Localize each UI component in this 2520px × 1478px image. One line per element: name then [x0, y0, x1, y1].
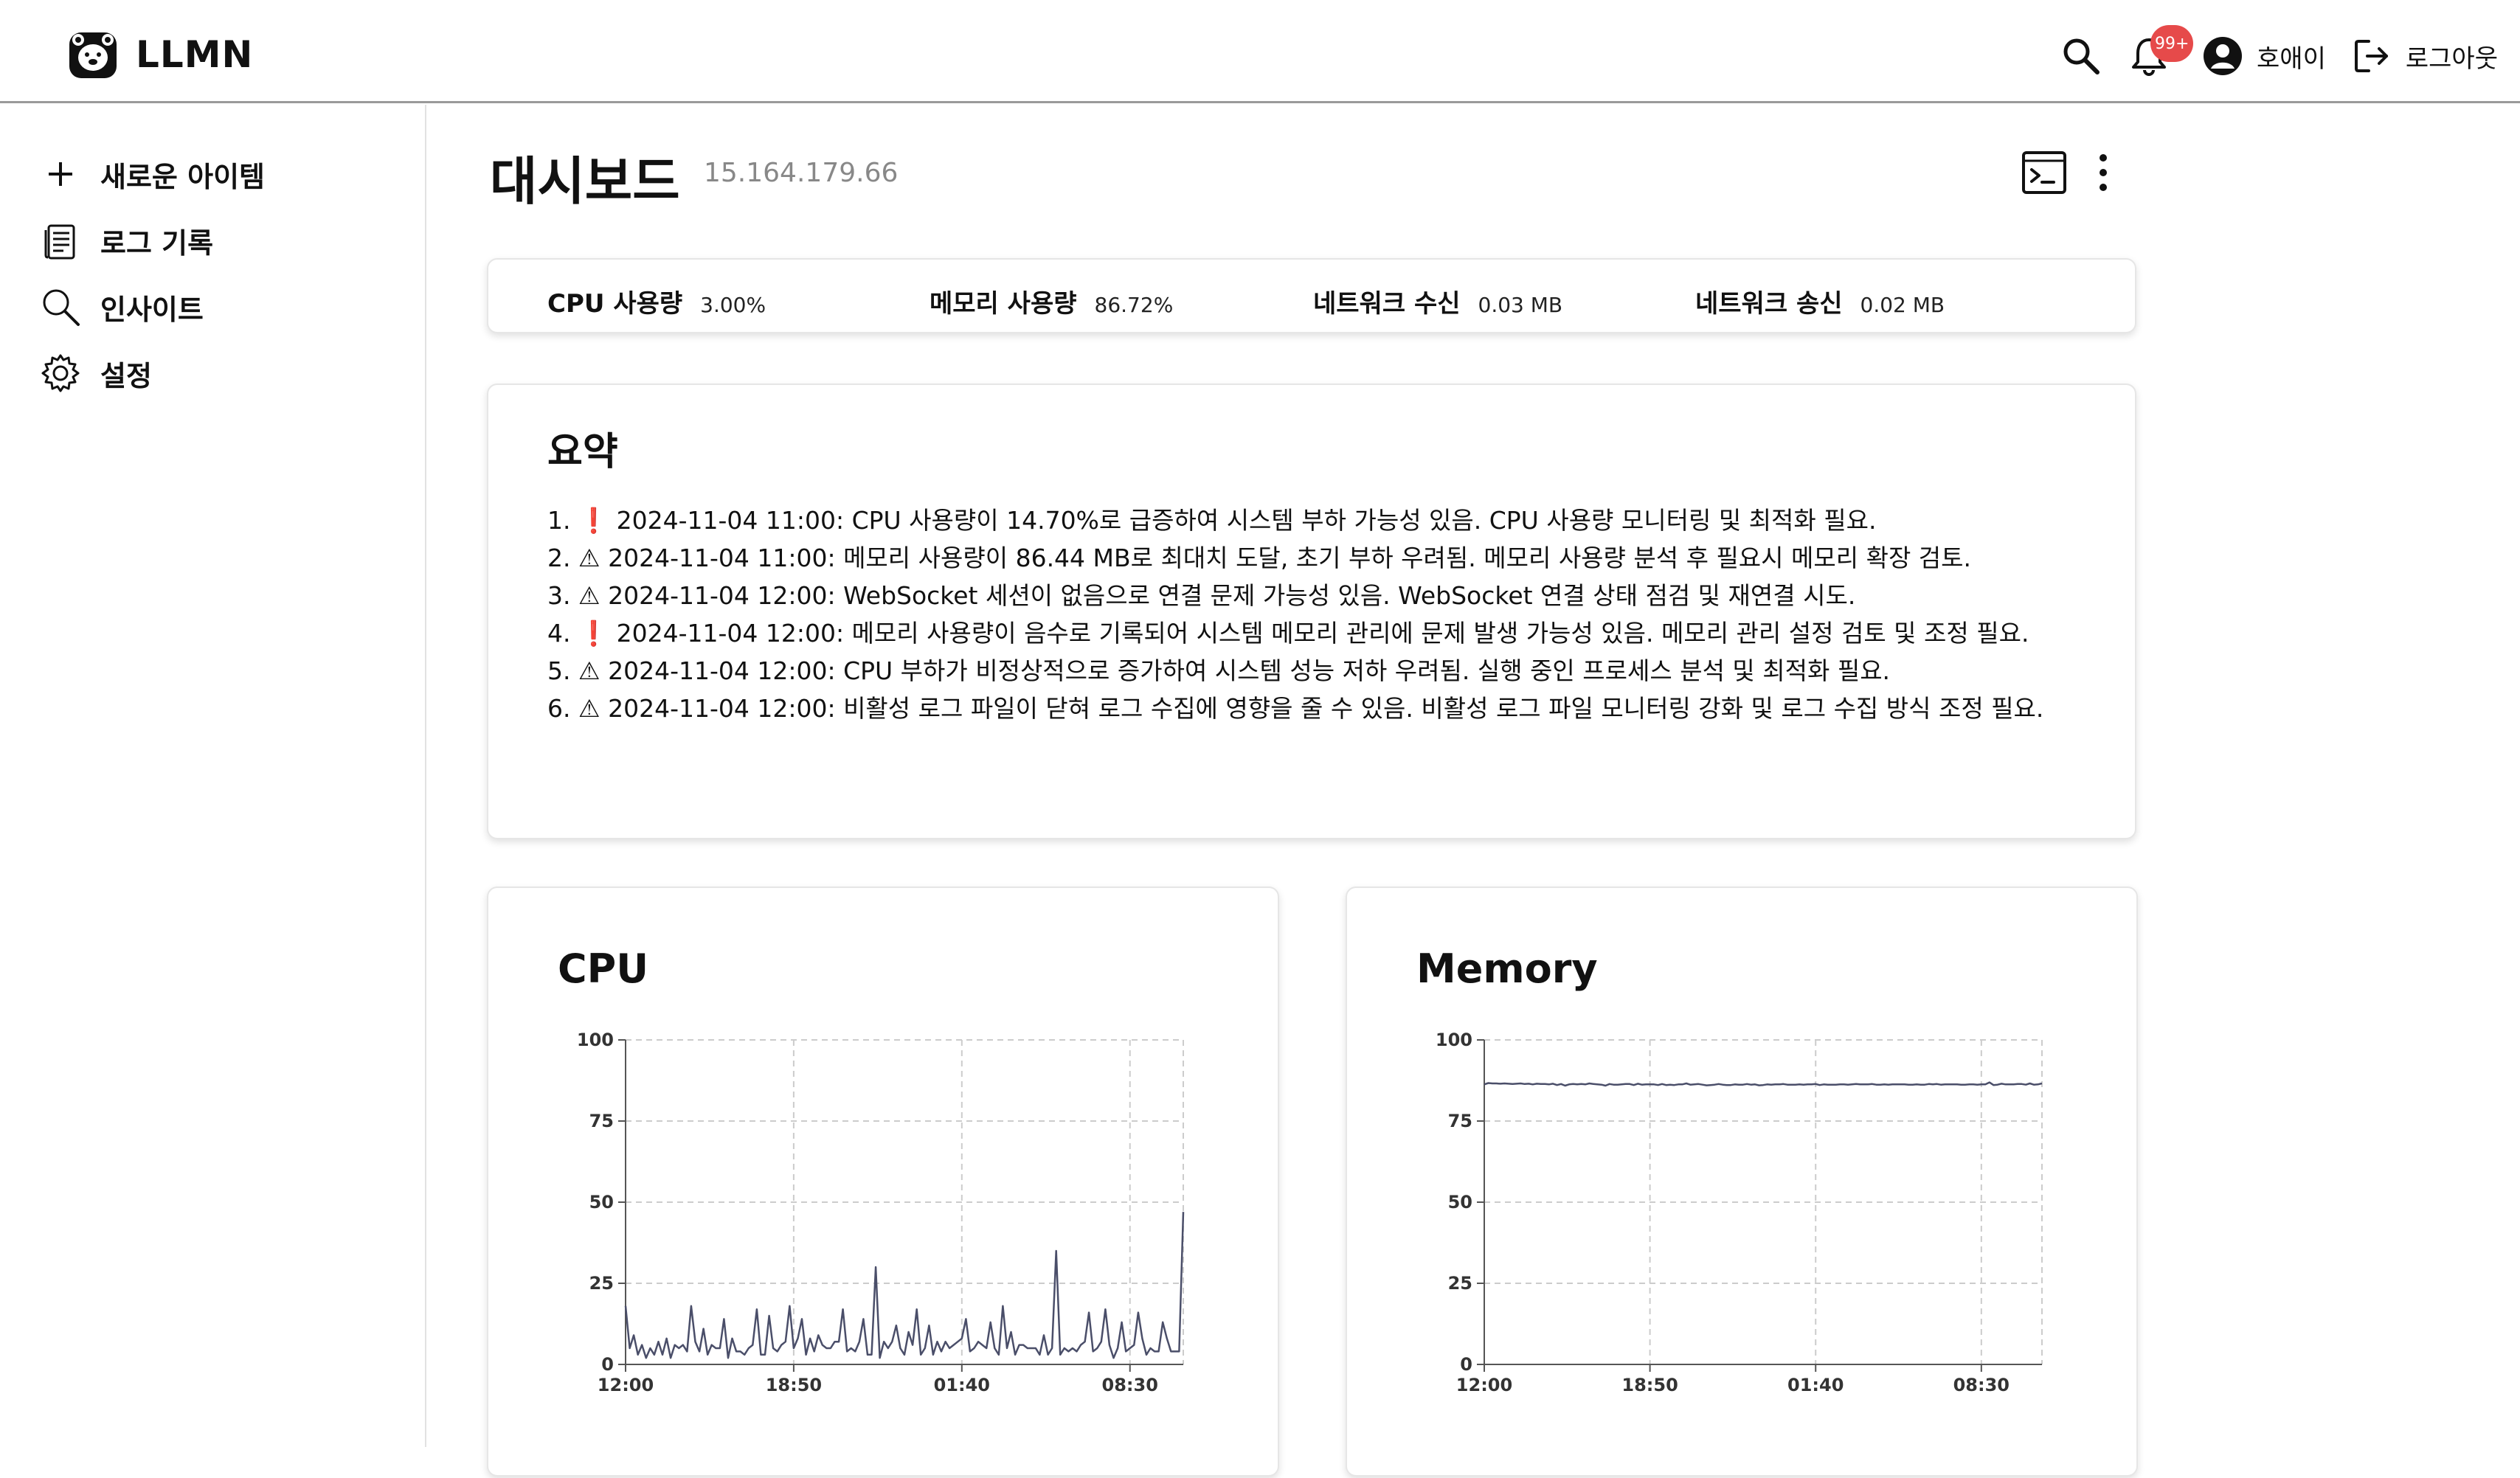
more-options-button[interactable] [2092, 150, 2114, 195]
warning-icon: ⚠ [578, 581, 600, 610]
summary-list: 1. ❗ 2024-11-04 11:00: CPU 사용량이 14.70%로 … [547, 502, 2043, 727]
memory-line-chart: 0 25 50 75 100 12:00 18:50 01:40 08:30 [1436, 1030, 2043, 1395]
notification-badge: 99+ [2150, 25, 2194, 62]
document-icon [44, 224, 75, 260]
magnifier-icon [43, 289, 80, 326]
more-vertical-icon [2100, 154, 2107, 191]
logout-icon [2354, 40, 2388, 72]
warning-icon: ⚠ [578, 694, 600, 723]
sidebar-item-logs[interactable]: 로그 기록 [38, 218, 213, 263]
server-ip: 15.164.179.66 [704, 158, 899, 188]
summary-item: 2. ⚠ 2024-11-04 11:00: 메모리 사용량이 86.44 MB… [547, 539, 2043, 577]
y-tick-label: 50 [589, 1192, 614, 1212]
logout-label: 로그아웃 [2405, 44, 2498, 74]
y-tick-label: 50 [1448, 1192, 1472, 1212]
notifications-button[interactable]: 99+ [2128, 25, 2194, 77]
warning-icon: ⚠ [578, 656, 600, 685]
x-tick-label: 08:30 [1102, 1375, 1158, 1395]
stat-value: 86.72% [1094, 293, 1174, 317]
user-avatar-icon [2204, 37, 2243, 75]
x-tick-label: 18:50 [766, 1375, 822, 1395]
series-line [624, 1212, 1185, 1359]
top-actions: 99+ 호애이 로그아웃 [2060, 25, 2498, 86]
summary-item-number: 5. [547, 656, 571, 685]
y-tick-label: 25 [589, 1273, 614, 1294]
stat-memory: 메모리 사용량 86.72% [930, 283, 1173, 319]
sidebar-item-label: 설정 [100, 359, 152, 392]
stat-value: 3.00% [700, 293, 766, 317]
summary-item: 6. ⚠ 2024-11-04 12:00: 비활성 로그 파일이 닫혀 로그 … [547, 690, 2043, 727]
brand[interactable]: LLMN [68, 30, 253, 80]
x-tick-label: 18:50 [1621, 1375, 1678, 1395]
summary-item-number: 3. [547, 581, 571, 610]
cpu-line-chart: 0 25 50 75 100 12:00 18:50 01:40 08:30 [577, 1030, 1185, 1395]
y-tick-label: 100 [577, 1030, 614, 1050]
terminal-button[interactable] [2021, 150, 2067, 195]
stat-value: 0.02 MB [1860, 293, 1945, 317]
stat-network-tx: 네트워크 송신 0.02 MB [1695, 283, 1945, 319]
page-title: 대시보드 [490, 151, 680, 212]
y-tick-label: 25 [1448, 1273, 1472, 1294]
sidebar-item-label: 로그 기록 [100, 226, 214, 260]
cpu-chart-card: CPU 0 25 50 75 100 12:00 18:50 01:40 08:30 [487, 887, 1279, 1477]
sidebar-item-label: 인사이트 [100, 293, 204, 326]
alert-icon: ❗ [578, 619, 609, 648]
search-icon [2063, 38, 2100, 74]
gear-icon [41, 354, 80, 392]
stat-network-rx: 네트워크 수신 0.03 MB [1313, 283, 1562, 319]
y-tick-label: 0 [1460, 1354, 1472, 1375]
top-bar: LLMN 99+ 호애이 로그아웃 [0, 0, 2520, 103]
summary-item: 4. ❗ 2024-11-04 12:00: 메모리 사용량이 음수로 기록되어… [547, 614, 2043, 652]
stat-value: 0.03 MB [1478, 293, 1563, 317]
summary-item-text: 2024-11-04 11:00: CPU 사용량이 14.70%로 급증하여 … [616, 506, 1877, 535]
x-tick-label: 12:00 [1456, 1375, 1512, 1395]
summary-item-text: 2024-11-04 12:00: WebSocket 세션이 없음으로 연결 … [608, 581, 1856, 610]
summary-item-number: 6. [547, 694, 571, 723]
stat-label: 네트워크 송신 [1695, 289, 1843, 319]
sidebar-item-insights[interactable]: 인사이트 [38, 285, 204, 329]
summary-item-text: 2024-11-04 12:00: 메모리 사용량이 음수로 기록되어 시스템 … [616, 619, 2029, 648]
x-tick-label: 08:30 [1953, 1375, 2010, 1395]
summary-item: 5. ⚠ 2024-11-04 12:00: CPU 부하가 비정상적으로 증가… [547, 652, 2043, 690]
summary-item: 3. ⚠ 2024-11-04 12:00: WebSocket 세션이 없음으… [547, 577, 2043, 614]
alert-icon: ❗ [578, 506, 609, 535]
summary-item-number: 1. [547, 506, 571, 535]
x-tick-label: 01:40 [934, 1375, 990, 1395]
series-line [1484, 1081, 2043, 1087]
summary-item-number: 4. [547, 619, 571, 648]
stat-cpu: CPU 사용량 3.00% [547, 283, 766, 319]
sidebar-item-label: 새로운 아이템 [100, 160, 265, 193]
search-button[interactable] [2060, 35, 2102, 77]
terminal-icon [2022, 151, 2066, 194]
brand-name: LLMN [136, 33, 254, 76]
summary-item-text: 2024-11-04 11:00: 메모리 사용량이 86.44 MB로 최대치… [608, 544, 1972, 572]
bear-logo-icon [69, 32, 117, 78]
user-menu[interactable]: 호애이 [2202, 35, 2326, 77]
stat-label: CPU 사용량 [547, 289, 683, 319]
summary-item-text: 2024-11-04 12:00: 비활성 로그 파일이 닫혀 로그 수집에 영… [608, 694, 2044, 723]
logout-button[interactable]: 로그아웃 [2351, 35, 2498, 77]
y-tick-label: 0 [601, 1354, 614, 1375]
y-tick-label: 75 [589, 1111, 614, 1131]
summary-card: 요약 1. ❗ 2024-11-04 11:00: CPU 사용량이 14.70… [487, 384, 2136, 839]
stat-label: 메모리 사용량 [930, 289, 1077, 319]
memory-chart-card: Memory 0 25 50 75 100 12:00 18:50 01:40 08:30 [1346, 887, 2138, 1477]
summary-item-number: 2. [547, 544, 571, 572]
x-tick-label: 12:00 [598, 1375, 654, 1395]
summary-item-text: 2024-11-04 12:00: CPU 부하가 비정상적으로 증가하여 시스… [608, 656, 1891, 685]
x-tick-label: 01:40 [1787, 1375, 1844, 1395]
sidebar: 새로운 아이템 로그 기록 인사이트 설정 [0, 105, 426, 1447]
stats-card: CPU 사용량 3.00% 메모리 사용량 86.72% 네트워크 수신 0.0… [487, 258, 2136, 333]
summary-title: 요약 [547, 430, 618, 474]
stat-label: 네트워크 수신 [1313, 289, 1461, 319]
warning-icon: ⚠ [578, 544, 600, 572]
sidebar-item-settings[interactable]: 설정 [38, 351, 152, 395]
plus-icon [49, 162, 72, 186]
y-tick-label: 100 [1436, 1030, 1472, 1050]
summary-item: 1. ❗ 2024-11-04 11:00: CPU 사용량이 14.70%로 … [547, 502, 2043, 539]
sidebar-item-new-item[interactable]: 새로운 아이템 [38, 152, 265, 196]
user-name: 호애이 [2257, 44, 2326, 74]
y-tick-label: 75 [1448, 1111, 1472, 1131]
